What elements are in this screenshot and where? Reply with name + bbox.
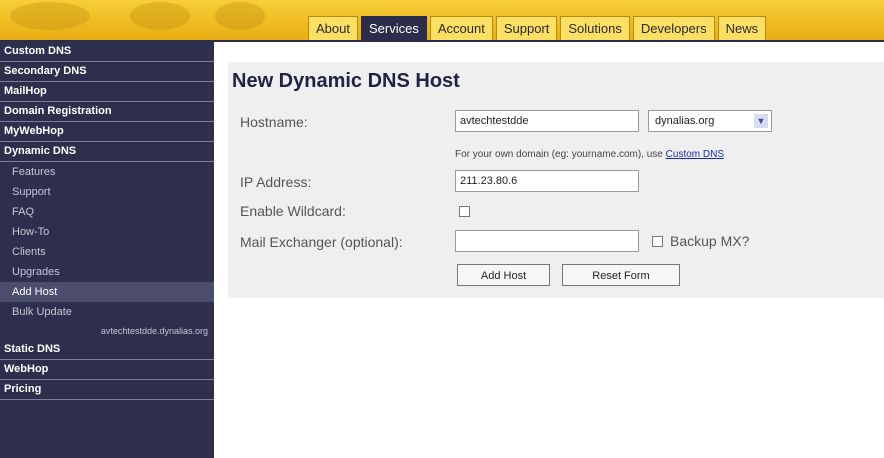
wildcard-label: Enable Wildcard: xyxy=(240,203,346,219)
domain-select[interactable]: dynalias.org ▼ xyxy=(648,110,772,132)
sidebar-subitem-how-to[interactable]: How-To xyxy=(0,222,214,242)
tab-services[interactable]: Services xyxy=(360,16,427,40)
tab-about[interactable]: About xyxy=(308,16,358,40)
tab-developers[interactable]: Developers xyxy=(632,16,715,40)
world-map-graphic xyxy=(10,2,90,30)
ip-address-label: IP Address: xyxy=(240,174,312,190)
hint-text: For your own domain (eg: yourname.com), … xyxy=(455,149,663,160)
sidebar-item-webhop[interactable]: WebHop xyxy=(0,360,214,380)
sidebar-item-custom-dns[interactable]: Custom DNS xyxy=(0,42,214,62)
sidebar-item-domain-registration[interactable]: Domain Registration xyxy=(0,102,214,122)
tab-solutions[interactable]: Solutions xyxy=(560,16,630,40)
hostname-label: Hostname: xyxy=(240,114,308,130)
chevron-down-icon[interactable]: ▼ xyxy=(754,114,768,128)
backup-mx-label: Backup MX? xyxy=(670,233,750,249)
add-host-button[interactable]: Add Host xyxy=(457,264,550,286)
sidebar-subitem-faq[interactable]: FAQ xyxy=(0,202,214,222)
sidebar-subitem-bulk-update[interactable]: Bulk Update xyxy=(0,302,214,322)
sidebar-subitem-features[interactable]: Features xyxy=(0,162,214,182)
custom-domain-hint: For your own domain (eg: yourname.com), … xyxy=(455,149,724,160)
sidebar-item-dynamic-dns[interactable]: Dynamic DNS xyxy=(0,142,214,162)
mail-exchanger-label: Mail Exchanger (optional): xyxy=(240,234,403,250)
sidebar-subitem-upgrades[interactable]: Upgrades xyxy=(0,262,214,282)
tab-support[interactable]: Support xyxy=(495,16,558,40)
sidebar-item-pricing[interactable]: Pricing xyxy=(0,380,214,400)
domain-select-value: dynalias.org xyxy=(655,115,715,127)
sidebar-item-static-dns[interactable]: Static DNS xyxy=(0,340,214,360)
wildcard-checkbox[interactable] xyxy=(459,206,470,217)
sidebar-subitem-add-host[interactable]: Add Host xyxy=(0,282,214,302)
ip-address-input[interactable] xyxy=(455,170,639,192)
top-banner: About Services Account Support Solutions… xyxy=(0,0,884,42)
hostname-input[interactable] xyxy=(455,110,639,132)
backup-mx-checkbox[interactable] xyxy=(652,236,663,247)
world-map-graphic xyxy=(215,2,265,30)
sidebar-existing-host[interactable]: avtechtestdde.dynalias.org xyxy=(0,322,214,340)
top-nav-tabs: About Services Account Support Solutions… xyxy=(308,16,769,40)
tab-account[interactable]: Account xyxy=(429,16,493,40)
sidebar: Custom DNS Secondary DNS MailHop Domain … xyxy=(0,42,214,458)
sidebar-subitem-support[interactable]: Support xyxy=(0,182,214,202)
custom-dns-link[interactable]: Custom DNS xyxy=(666,149,724,160)
sidebar-subitem-clients[interactable]: Clients xyxy=(0,242,214,262)
sidebar-item-secondary-dns[interactable]: Secondary DNS xyxy=(0,62,214,82)
sidebar-item-mywebhop[interactable]: MyWebHop xyxy=(0,122,214,142)
sidebar-item-mailhop[interactable]: MailHop xyxy=(0,82,214,102)
page-title: New Dynamic DNS Host xyxy=(232,70,460,92)
tab-news[interactable]: News xyxy=(717,16,767,40)
mail-exchanger-input[interactable] xyxy=(455,230,639,252)
reset-form-button[interactable]: Reset Form xyxy=(562,264,680,286)
world-map-graphic xyxy=(130,2,190,30)
